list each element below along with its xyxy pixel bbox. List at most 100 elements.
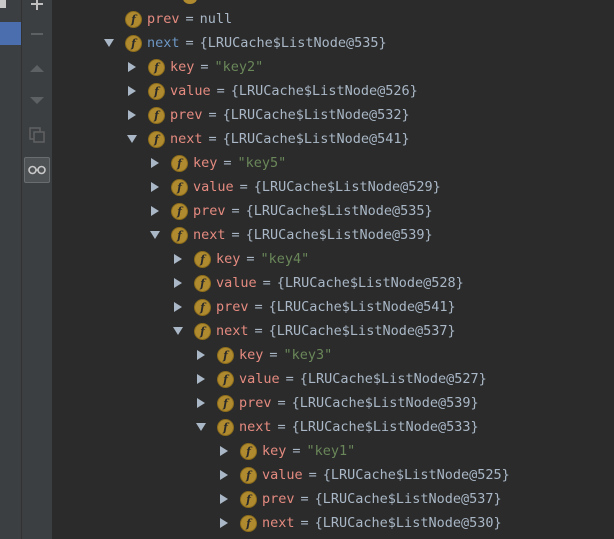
expand-arrow-down-icon[interactable] — [194, 420, 208, 434]
variables-tree: f prev = null f next = {LRUCache$ListNode@535} f… — [52, 0, 614, 539]
field-icon: f — [240, 490, 257, 508]
arrow-up-icon — [30, 63, 44, 73]
field-value: {LRUCache$ListNode@533} — [291, 419, 479, 435]
expand-arrow-right-icon[interactable] — [217, 468, 231, 482]
tree-row-key[interactable]: f key = "key1" — [217, 439, 355, 463]
remove-watch-button[interactable] — [26, 23, 48, 45]
equals-sign: = — [185, 35, 194, 51]
tree-row-next[interactable]: f next = {LRUCache$ListNode@539} — [148, 223, 433, 247]
equals-sign: = — [300, 491, 309, 507]
expand-arrow-right-icon[interactable] — [217, 516, 231, 530]
left-panel-strip — [0, 0, 22, 539]
field-icon: f — [148, 82, 165, 100]
equals-sign: = — [262, 275, 271, 291]
tree-row-value[interactable]: f value = {LRUCache$ListNode@526} — [125, 79, 418, 103]
field-name: value — [216, 275, 257, 291]
expand-arrow-right-icon[interactable] — [194, 372, 208, 386]
field-name: prev — [193, 203, 226, 219]
field-value: {LRUCache$ListNode@532} — [222, 107, 410, 123]
field-icon: f — [217, 418, 234, 436]
field-icon: f — [217, 394, 234, 412]
field-name: prev — [170, 107, 203, 123]
tree-row-next[interactable]: f next = {LRUCache$ListNode@533} — [194, 415, 479, 439]
tree-row-next[interactable]: f next = {LRUCache$ListNode@537} — [171, 319, 456, 343]
tree-row-value[interactable]: f value = {LRUCache$ListNode@529} — [148, 175, 441, 199]
tree-row-next[interactable]: f next = {LRUCache$ListNode@541} — [125, 127, 410, 151]
tree-row-key[interactable]: f key = "key5" — [148, 151, 286, 175]
copy-button[interactable] — [26, 124, 48, 146]
field-value: "key1" — [306, 443, 356, 459]
tree-row-next[interactable]: f next = {LRUCache$ListNode@535} — [102, 31, 387, 55]
field-name: key — [170, 59, 195, 75]
expand-arrow-right-icon[interactable] — [148, 180, 162, 194]
tree-row-prev[interactable]: f prev = null — [102, 7, 232, 31]
field-value: "key5" — [237, 155, 287, 171]
tree-row-key[interactable]: f key = "key3" — [194, 343, 332, 367]
field-icon: f — [194, 322, 211, 340]
expand-arrow-right-icon[interactable] — [171, 276, 185, 290]
equals-sign: = — [208, 107, 217, 123]
expand-arrow-right-icon[interactable] — [125, 84, 139, 98]
field-value: null — [199, 11, 233, 27]
tree-row-value[interactable]: f value = {LRUCache$ListNode@528} — [171, 271, 464, 295]
equals-sign: = — [269, 347, 278, 363]
expand-arrow-right-icon[interactable] — [125, 108, 139, 122]
tree-row-prev[interactable]: f prev = {LRUCache$ListNode@537} — [217, 487, 502, 511]
equals-sign: = — [292, 443, 301, 459]
expand-arrow-down-icon[interactable] — [148, 228, 162, 242]
field-value: {LRUCache$ListNode@529} — [253, 179, 441, 195]
tree-row-prev[interactable]: f prev = {LRUCache$ListNode@535} — [148, 199, 433, 223]
field-icon: f — [240, 442, 257, 460]
expand-arrow-right-icon[interactable] — [217, 492, 231, 506]
field-name: prev — [239, 395, 272, 411]
field-name: key — [239, 347, 264, 363]
field-icon: f — [171, 226, 188, 244]
field-name: prev — [262, 491, 295, 507]
expand-arrow-right-icon[interactable] — [194, 396, 208, 410]
add-watch-button[interactable] — [26, 0, 48, 15]
expand-arrow-right-icon[interactable] — [194, 348, 208, 362]
expand-arrow-right-icon[interactable] — [148, 204, 162, 218]
field-icon: f — [171, 202, 188, 220]
field-value: "key4" — [260, 251, 310, 267]
tree-row-value[interactable]: f value = {LRUCache$ListNode@527} — [194, 367, 487, 391]
tree-row-next[interactable]: f next = {LRUCache$ListNode@530} — [217, 511, 502, 535]
expand-arrow-right-icon[interactable] — [171, 300, 185, 314]
field-name: value — [170, 83, 211, 99]
expand-arrow-right-icon[interactable] — [125, 60, 139, 74]
field-value: {LRUCache$ListNode@539} — [291, 395, 479, 411]
field-name: next — [216, 323, 249, 339]
expand-arrow-right-icon[interactable] — [217, 444, 231, 458]
tree-row-key[interactable]: f key = "key2" — [125, 55, 263, 79]
tree-row-value[interactable]: f value = {LRUCache$ListNode@525} — [217, 463, 510, 487]
field-name: next — [170, 131, 203, 147]
tree-row-key[interactable]: f key = "key4" — [171, 247, 309, 271]
tree-row-prev[interactable]: f prev = {LRUCache$ListNode@532} — [125, 103, 410, 127]
tree-row-prev[interactable]: f prev = {LRUCache$ListNode@541} — [171, 295, 456, 319]
field-icon: f — [194, 298, 211, 316]
expand-arrow-down-icon[interactable] — [125, 132, 139, 146]
field-name: next — [193, 227, 226, 243]
move-up-button[interactable] — [26, 57, 48, 79]
field-value: {LRUCache$ListNode@526} — [230, 83, 418, 99]
selected-frame-indicator[interactable] — [0, 22, 21, 45]
field-icon: f — [125, 10, 142, 28]
field-icon: f — [217, 370, 234, 388]
equals-sign: = — [239, 179, 248, 195]
field-icon: f — [171, 178, 188, 196]
field-icon: f — [240, 514, 257, 532]
field-value: {LRUCache$ListNode@525} — [322, 467, 510, 483]
field-value: {LRUCache$ListNode@537} — [314, 491, 502, 507]
show-watches-button[interactable] — [24, 157, 50, 183]
equals-sign: = — [208, 131, 217, 147]
expand-arrow-right-icon[interactable] — [148, 156, 162, 170]
panel-edge-marker — [0, 0, 6, 8]
move-down-button[interactable] — [26, 90, 48, 112]
tree-row-prev[interactable]: f prev = {LRUCache$ListNode@539} — [194, 391, 479, 415]
expand-arrow-down-icon[interactable] — [102, 36, 116, 50]
field-value: {LRUCache$ListNode@539} — [245, 227, 433, 243]
expand-arrow-right-icon[interactable] — [171, 252, 185, 266]
expand-arrow-down-icon[interactable] — [171, 324, 185, 338]
field-icon: f — [194, 274, 211, 292]
equals-sign: = — [285, 371, 294, 387]
